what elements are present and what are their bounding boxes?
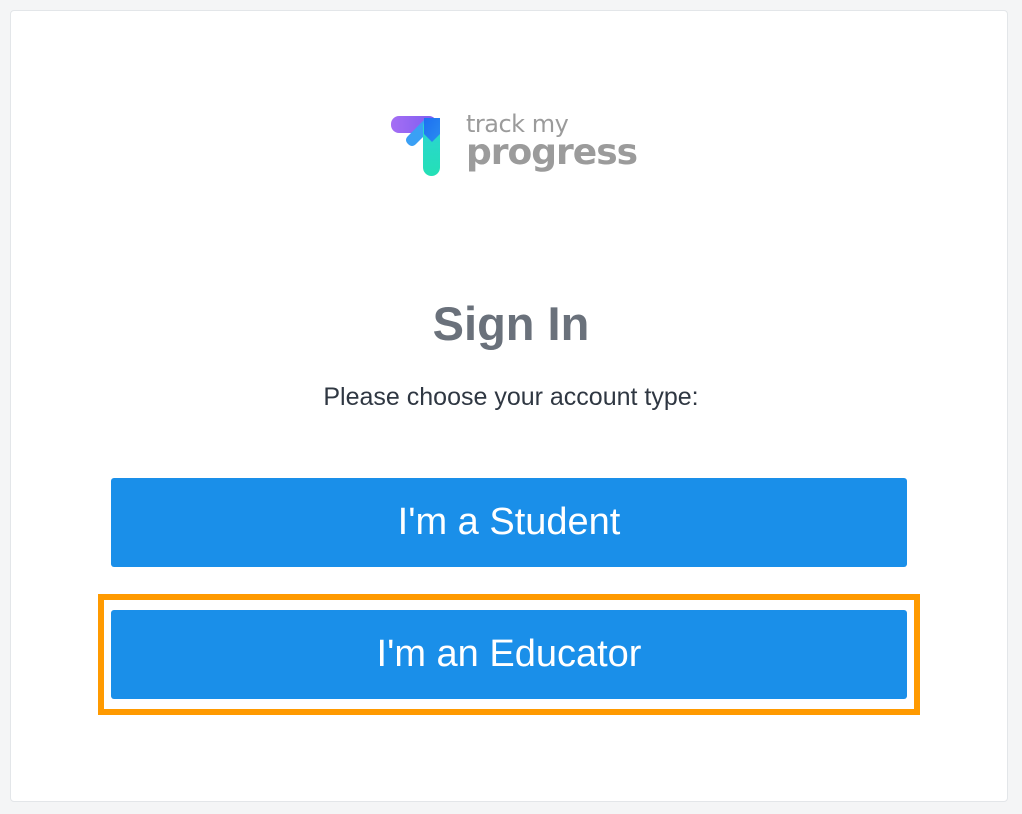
logo-line-progress: progress: [466, 132, 638, 173]
student-button[interactable]: I'm a Student: [111, 478, 907, 567]
track-my-progress-logo-icon: [391, 116, 440, 176]
page-title: Sign In: [432, 297, 590, 350]
track-my-progress-logo: track my progress: [388, 108, 638, 186]
account-type-prompt: Please choose your account type:: [323, 383, 699, 411]
educator-button[interactable]: I'm an Educator: [111, 610, 907, 699]
